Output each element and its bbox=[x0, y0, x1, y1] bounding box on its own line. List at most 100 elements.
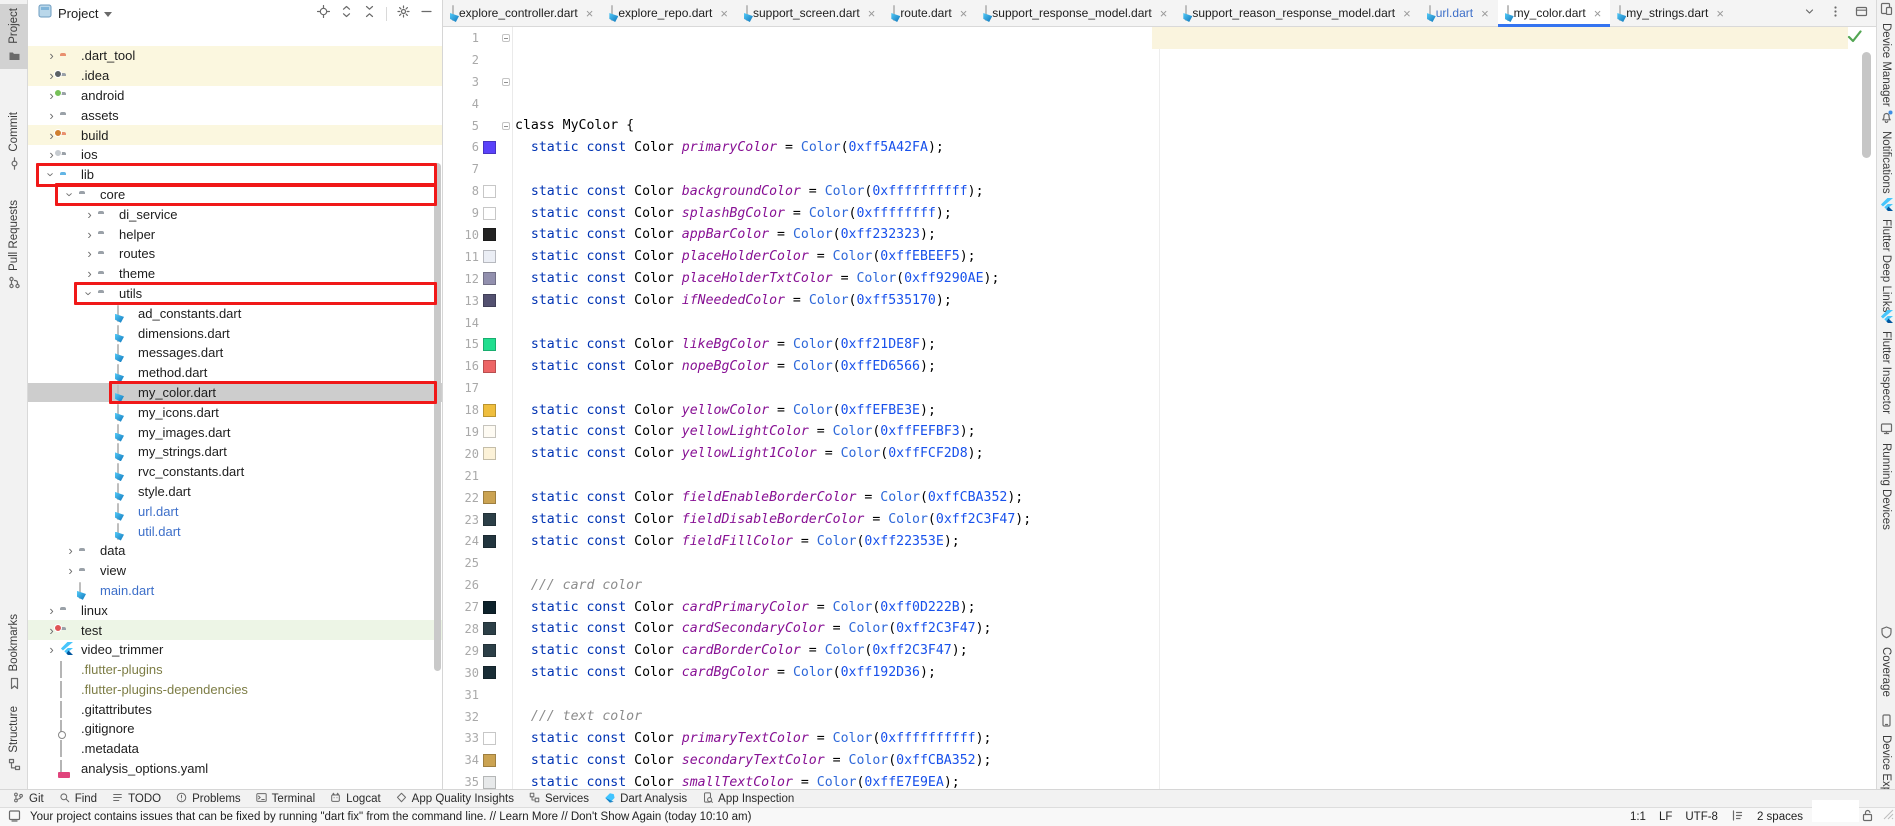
chevron-collapsed-icon[interactable]: › bbox=[62, 544, 79, 557]
chevron-collapsed-icon[interactable]: › bbox=[43, 49, 60, 62]
close-icon[interactable]: × bbox=[1594, 6, 1602, 21]
color-swatch-cell[interactable] bbox=[479, 360, 499, 373]
hide-panel-icon[interactable] bbox=[420, 5, 433, 23]
toolbar-button-logcat[interactable]: Logcat bbox=[329, 791, 381, 807]
chevron-collapsed-icon[interactable]: › bbox=[81, 247, 98, 260]
tab-my_color.dart[interactable]: my_color.dart× bbox=[1498, 0, 1611, 26]
code-line[interactable]: 13 static const Color ifNeededColor = Co… bbox=[443, 290, 1876, 312]
left-strip-item-structure[interactable]: Structure bbox=[0, 702, 28, 778]
toolbar-button-app-inspection[interactable]: App Inspection bbox=[701, 791, 794, 807]
code-line[interactable]: 12 static const Color placeHolderTxtColo… bbox=[443, 268, 1876, 290]
color-swatch[interactable] bbox=[483, 776, 496, 789]
toolbar-button-dart-analysis[interactable]: Dart Analysis bbox=[603, 791, 687, 807]
tree-item-my_color.dart[interactable]: my_color.dart bbox=[28, 383, 442, 403]
code-line[interactable]: 31 bbox=[443, 684, 1876, 706]
code-text[interactable]: static const Color appBarColor = Color(0… bbox=[513, 227, 936, 242]
color-swatch[interactable] bbox=[483, 513, 496, 526]
tree-item-my_strings.dart[interactable]: my_strings.dart bbox=[28, 442, 442, 462]
color-swatch[interactable] bbox=[483, 447, 496, 460]
code-line[interactable]: 10 static const Color appBarColor = Colo… bbox=[443, 224, 1876, 246]
toolbar-button-todo[interactable]: TODO bbox=[111, 791, 161, 807]
right-strip-item-running-devices[interactable]: Running Devices bbox=[1873, 422, 1895, 530]
code-text[interactable]: static const Color yellowColor = Color(0… bbox=[513, 403, 936, 418]
code-line[interactable]: 35 static const Color smallTextColor = C… bbox=[443, 771, 1876, 789]
chevron-expanded-icon[interactable]: › bbox=[43, 168, 60, 181]
tab-explore_repo.dart[interactable]: explore_repo.dart× bbox=[602, 0, 737, 26]
color-swatch[interactable] bbox=[483, 491, 496, 504]
code-line[interactable]: 32 /// text color bbox=[443, 706, 1876, 728]
color-swatch[interactable] bbox=[483, 622, 496, 635]
color-swatch[interactable] bbox=[483, 141, 496, 154]
tree-item-test[interactable]: ›test bbox=[28, 620, 442, 640]
tree-item-assets[interactable]: ›assets bbox=[28, 105, 442, 125]
tree-item-url.dart[interactable]: url.dart bbox=[28, 501, 442, 521]
expand-all-icon[interactable] bbox=[340, 5, 353, 23]
locate-icon[interactable] bbox=[317, 5, 330, 23]
tree-item-android[interactable]: ›android bbox=[28, 86, 442, 106]
line-separator[interactable]: LF bbox=[1659, 811, 1672, 823]
chevron-collapsed-icon[interactable]: › bbox=[81, 267, 98, 280]
code-text[interactable]: static const Color cardBorderColor = Col… bbox=[513, 643, 968, 658]
fold-marker-icon[interactable] bbox=[502, 78, 510, 86]
more-vertical-icon[interactable] bbox=[1829, 5, 1842, 23]
code-line[interactable]: 27 static const Color cardPrimaryColor =… bbox=[443, 596, 1876, 618]
tab-support_screen.dart[interactable]: support_screen.dart× bbox=[737, 0, 884, 26]
color-swatch[interactable] bbox=[483, 666, 496, 679]
tab-route.dart[interactable]: route.dart× bbox=[884, 0, 976, 26]
left-strip-item-pull-requests[interactable]: Pull Requests bbox=[0, 196, 28, 296]
color-swatch-cell[interactable] bbox=[479, 141, 499, 154]
event-log-icon[interactable] bbox=[8, 809, 21, 825]
code-line[interactable]: 14 bbox=[443, 312, 1876, 334]
color-swatch[interactable] bbox=[483, 228, 496, 241]
close-icon[interactable]: × bbox=[720, 6, 728, 21]
code-line[interactable]: 8 static const Color backgroundColor = C… bbox=[443, 180, 1876, 202]
color-swatch[interactable] bbox=[483, 754, 496, 767]
color-swatch[interactable] bbox=[483, 338, 496, 351]
color-swatch-cell[interactable] bbox=[479, 272, 499, 285]
code-line[interactable]: 29 static const Color cardBorderColor = … bbox=[443, 640, 1876, 662]
color-swatch[interactable] bbox=[483, 250, 496, 263]
chevron-expanded-icon[interactable]: › bbox=[81, 287, 98, 300]
code-text[interactable]: static const Color fieldDisableBorderCol… bbox=[513, 512, 1031, 527]
color-swatch-cell[interactable] bbox=[479, 228, 499, 241]
code-line[interactable]: 20 static const Color yellowLight1Color … bbox=[443, 443, 1876, 465]
left-strip-item-bookmarks[interactable]: Bookmarks bbox=[0, 610, 28, 697]
code-text[interactable]: static const Color placeHolderTxtColor =… bbox=[513, 271, 999, 286]
left-strip-item-commit[interactable]: Commit bbox=[0, 108, 28, 177]
code-text[interactable]: static const Color splashBgColor = Color… bbox=[513, 206, 952, 221]
color-swatch-cell[interactable] bbox=[479, 622, 499, 635]
tree-item-util.dart[interactable]: util.dart bbox=[28, 521, 442, 541]
color-swatch[interactable] bbox=[483, 360, 496, 373]
resize-grip[interactable] bbox=[1883, 807, 1894, 825]
tree-item-.gitattributes[interactable]: .gitattributes bbox=[28, 699, 442, 719]
color-swatch-cell[interactable] bbox=[479, 185, 499, 198]
close-icon[interactable]: × bbox=[1481, 6, 1489, 21]
color-swatch[interactable] bbox=[483, 425, 496, 438]
tree-item-main.dart[interactable]: main.dart bbox=[28, 581, 442, 601]
chevron-down-icon[interactable] bbox=[1803, 5, 1816, 23]
right-strip-item-flutter-inspector[interactable]: Flutter Inspector bbox=[1873, 310, 1895, 414]
color-swatch-cell[interactable] bbox=[479, 513, 499, 526]
code-text[interactable]: static const Color yellowLightColor = Co… bbox=[513, 424, 976, 439]
tree-item-ios[interactable]: ›ios bbox=[28, 145, 442, 165]
code-text[interactable]: /// text color bbox=[513, 709, 642, 724]
code-text[interactable]: static const Color backgroundColor = Col… bbox=[513, 184, 984, 199]
color-swatch-cell[interactable] bbox=[479, 754, 499, 767]
code-line[interactable]: 22 static const Color fieldEnableBorderC… bbox=[443, 487, 1876, 509]
chevron-collapsed-icon[interactable]: › bbox=[43, 109, 60, 122]
code-line[interactable]: 23 static const Color fieldDisableBorder… bbox=[443, 509, 1876, 531]
chevron-collapsed-icon[interactable]: › bbox=[43, 643, 60, 656]
tree-item-view[interactable]: ›view bbox=[28, 561, 442, 581]
code-text[interactable]: static const Color yellowLight1Color = C… bbox=[513, 446, 984, 461]
color-swatch-cell[interactable] bbox=[479, 491, 499, 504]
code-text[interactable]: static const Color placeHolderColor = Co… bbox=[513, 249, 976, 264]
code-line[interactable]: 24 static const Color fieldFillColor = C… bbox=[443, 530, 1876, 552]
toolbar-button-problems[interactable]: Problems bbox=[175, 791, 241, 807]
tree-item-lib[interactable]: ›lib bbox=[28, 165, 442, 185]
code-line[interactable]: 30 static const Color cardBgColor = Colo… bbox=[443, 662, 1876, 684]
tab-explore_controller.dart[interactable]: explore_controller.dart× bbox=[443, 0, 602, 26]
code-line[interactable]: 17 bbox=[443, 377, 1876, 399]
tree-item-utils[interactable]: ›utils bbox=[28, 284, 442, 304]
code-line[interactable]: 1 bbox=[443, 27, 1876, 49]
project-tree-scrollbar[interactable] bbox=[434, 163, 441, 671]
